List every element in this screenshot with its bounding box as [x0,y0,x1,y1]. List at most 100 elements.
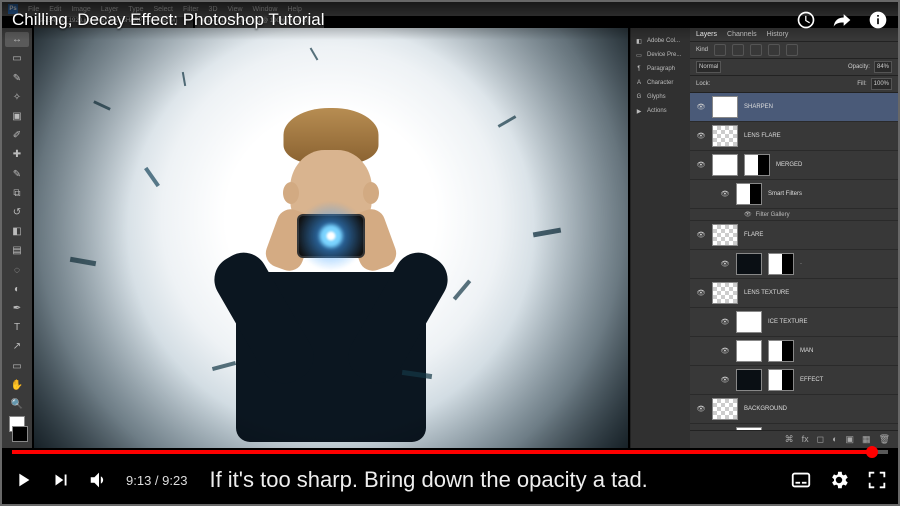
layer-mask-thumbnail[interactable] [768,253,794,275]
layer-name: MAN [800,348,813,354]
crop-tool[interactable]: ▣ [5,109,29,124]
layer-mask-icon[interactable]: ◻ [817,434,824,445]
group-icon[interactable]: ▣ [846,434,855,445]
opacity-input[interactable]: 84% [874,61,892,73]
filter-pixel-icon[interactable] [714,44,726,56]
layer-row[interactable]: 👁 MERGED [690,151,898,180]
trash-icon[interactable]: 🗑 [879,434,890,445]
layer-thumbnail[interactable] [712,154,738,176]
visibility-eye-icon[interactable]: 👁 [720,375,730,385]
new-layer-icon[interactable]: ▦ [862,434,871,445]
gradient-tool[interactable]: ▤ [5,243,29,258]
layer-thumbnail[interactable] [736,311,762,333]
wand-tool[interactable]: ✧ [5,90,29,105]
share-button[interactable] [832,10,852,30]
info-button[interactable] [868,10,888,30]
caption-text: If it's too sharp. Bring down the opacit… [203,465,653,495]
watch-later-button[interactable] [796,10,816,30]
visibility-eye-icon[interactable]: 👁 [696,288,706,298]
layer-thumbnail[interactable] [712,224,738,246]
layer-thumbnail[interactable] [736,253,762,275]
layer-thumbnail[interactable] [712,125,738,147]
layer-thumbnail[interactable] [736,340,762,362]
visibility-eye-icon[interactable]: 👁 [720,317,730,327]
panel-device-preview[interactable]: ▭Device Pre... [631,48,691,62]
layer-mask-thumbnail[interactable] [768,369,794,391]
filter-type-icon[interactable] [750,44,762,56]
layer-row[interactable]: 👁ICE TEXTURE [690,308,898,337]
layer-fx-icon[interactable]: fx [802,434,809,445]
time-display: 9:13 / 9:23 [126,473,187,488]
kind-label: Kind [696,47,708,53]
layer-name: SHARPEN [744,104,773,110]
panel-actions[interactable]: ▶Actions [631,104,691,118]
layer-row[interactable]: 👁FLARE [690,221,898,250]
color-swatches[interactable] [6,416,28,442]
layer-row[interactable]: 👁BACKGROUND [690,395,898,424]
layer-thumbnail[interactable] [736,369,762,391]
filter-row[interactable]: 👁Filter Gallery [690,209,898,221]
fill-input[interactable]: 100% [871,78,892,90]
filter-smart-icon[interactable] [786,44,798,56]
link-layers-icon[interactable]: ⌘ [785,434,794,445]
layer-row[interactable]: 👁 SHARPEN [690,93,898,122]
panel-character[interactable]: ACharacter [631,76,691,90]
layer-row[interactable]: 👁LENS FLARE [690,122,898,151]
settings-button[interactable] [828,469,850,491]
fullscreen-button[interactable] [866,469,888,491]
layer-row[interactable]: 👁 MAN [690,337,898,366]
progress-bar[interactable] [12,450,888,454]
layer-thumbnail[interactable] [712,398,738,420]
volume-button[interactable] [88,469,110,491]
layer-thumbnail[interactable] [736,183,762,205]
layer-bottom-bar: ⌘ fx ◻ ◐ ▣ ▦ 🗑 [690,430,898,448]
blend-mode-select[interactable]: Normal [696,61,721,73]
brush-tool[interactable]: ✎ [5,166,29,181]
eyedropper-tool[interactable]: ✐ [5,128,29,143]
adjustment-layer-icon[interactable]: ◐ [832,434,837,445]
visibility-eye-icon[interactable]: 👁 [696,160,706,170]
background-swatch[interactable] [12,426,28,442]
type-tool[interactable]: T [5,320,29,335]
video-controls: 9:13 / 9:23 If it's too sharp. Bring dow… [0,450,900,506]
eye-icon[interactable]: 👁 [744,211,752,218]
layer-name: MERGED [776,162,802,168]
layer-row[interactable]: 👁EFFECT [690,366,898,395]
visibility-eye-icon[interactable]: 👁 [720,259,730,269]
panel-paragraph[interactable]: ¶Paragraph [631,62,691,76]
layer-thumbnail[interactable] [712,96,738,118]
layer-row[interactable]: 👁Smart Filters [690,180,898,209]
history-brush-tool[interactable]: ↺ [5,205,29,220]
layer-mask-thumbnail[interactable] [744,154,770,176]
visibility-eye-icon[interactable]: 👁 [696,230,706,240]
zoom-tool[interactable]: 🔍 [5,397,29,412]
filter-shape-icon[interactable] [768,44,780,56]
heal-tool[interactable]: ✚ [5,147,29,162]
dodge-tool[interactable]: ◐ [5,282,29,297]
stamp-tool[interactable]: ⧉ [5,186,29,201]
lasso-tool[interactable]: ✎ [5,70,29,85]
tool-palette: ↔ ▭ ✎ ✧ ▣ ✐ ✚ ✎ ⧉ ↺ ◧ ▤ ◌ ◐ ✒ T ↗ ▭ ✋ 🔍 [2,28,32,448]
next-button[interactable] [50,469,72,491]
visibility-eye-icon[interactable]: 👁 [720,189,730,199]
shape-tool[interactable]: ▭ [5,358,29,373]
path-tool[interactable]: ↗ [5,339,29,354]
filter-adjust-icon[interactable] [732,44,744,56]
layer-thumbnail[interactable] [712,282,738,304]
captions-button[interactable] [790,469,812,491]
blur-tool[interactable]: ◌ [5,262,29,277]
canvas[interactable] [34,28,628,448]
visibility-eye-icon[interactable]: 👁 [696,102,706,112]
visibility-eye-icon[interactable]: 👁 [696,131,706,141]
eraser-tool[interactable]: ◧ [5,224,29,239]
layer-row[interactable]: 👁LENS TEXTURE [690,279,898,308]
layer-row[interactable]: 👁· [690,250,898,279]
pen-tool[interactable]: ✒ [5,301,29,316]
marquee-tool[interactable]: ▭ [5,51,29,66]
visibility-eye-icon[interactable]: 👁 [720,346,730,356]
layer-mask-thumbnail[interactable] [768,340,794,362]
hand-tool[interactable]: ✋ [5,378,29,393]
panel-glyphs[interactable]: GGlyphs [631,90,691,104]
play-button[interactable] [12,469,34,491]
visibility-eye-icon[interactable]: 👁 [696,404,706,414]
